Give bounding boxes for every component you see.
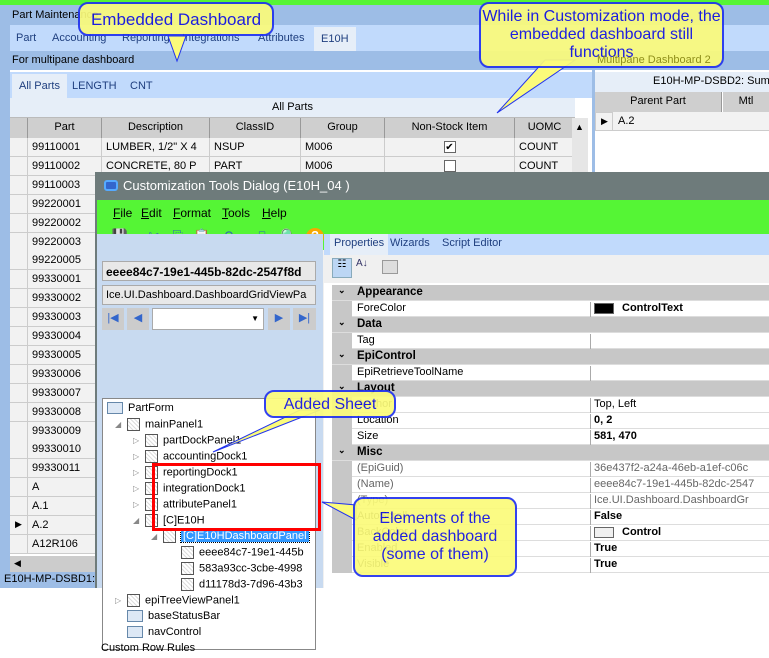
node-label: navControl [148,626,202,638]
tail-elements [321,501,357,521]
expand-icon[interactable]: ▷ [115,596,125,605]
tree-node[interactable]: Custom Row Rules [101,642,195,658]
callout-embedded-dashboard: Embedded Dashboard [78,2,274,36]
callout-added-sheet: Added Sheet [264,390,396,418]
node-label: baseStatusBar [148,610,221,622]
callout-elements: Elements of the added dashboard (some of… [353,497,517,577]
node-label: Custom Row Rules [101,642,196,654]
tree-node[interactable]: baseStatusBar [115,610,220,626]
tail-embedded [167,35,187,63]
tree-node[interactable]: navControl [115,626,201,642]
nav-icon [127,626,143,639]
tree-node[interactable]: ▷ epiTreeViewPanel1 [115,594,240,610]
control-icon [127,594,140,607]
statusbar-icon [127,610,143,623]
right-pane-title: Multipane Dashboard 2 [597,54,711,66]
node-label: epiTreeViewPanel1 [145,594,240,607]
